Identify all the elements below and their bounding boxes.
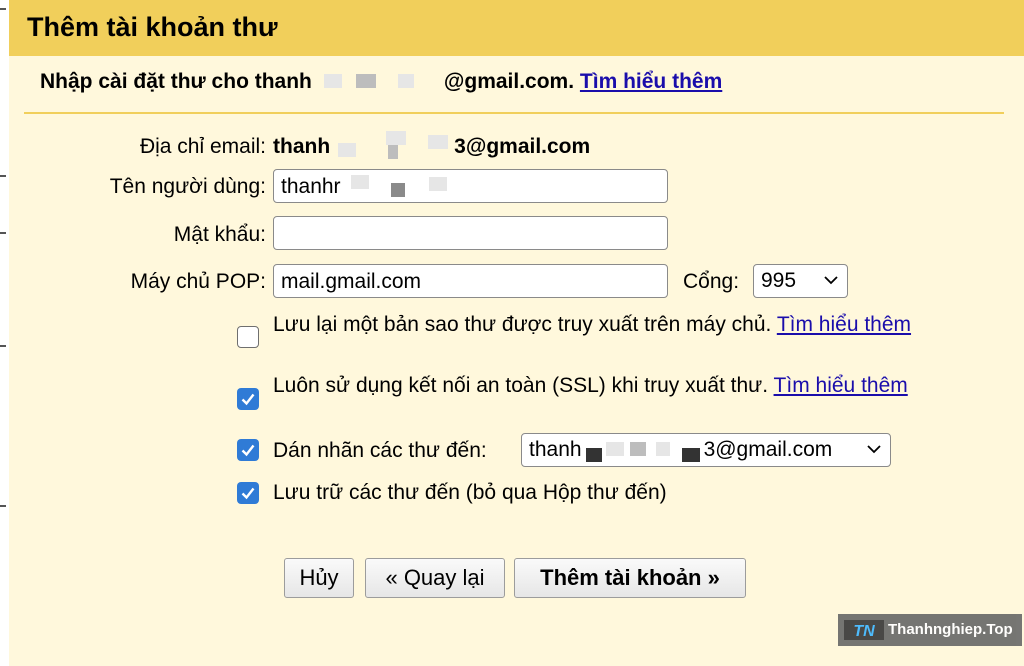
redaction (330, 131, 454, 159)
intro-suffix: @gmail.com. (443, 70, 575, 93)
leave-copy-checkbox[interactable] (237, 326, 259, 348)
chevron-down-icon (824, 276, 838, 285)
email-suffix: 3@gmail.com (454, 135, 591, 158)
redaction (312, 74, 444, 88)
password-label: Mật khẩu: (173, 223, 266, 246)
username-field[interactable]: thanhr (273, 169, 668, 203)
username-value: thanhr (281, 175, 341, 198)
watermark: TN Thanhnghiep.Top (838, 614, 1022, 646)
email-value: thanh 3@gmail.com (273, 131, 591, 159)
checkmark-icon (241, 487, 255, 500)
ssl-text: Luôn sử dụng kết nối an toàn (SSL) khi t… (273, 374, 769, 397)
dialog-title-bar: Thêm tài khoản thư (9, 0, 1024, 56)
port-value: 995 (761, 269, 797, 292)
back-button[interactable]: « Quay lại (365, 558, 505, 598)
intro-prefix: Nhập cài đặt thư cho thanh (40, 70, 312, 93)
port-label: Cổng: (683, 270, 740, 293)
leave-copy-label: Lưu lại một bản sao thư được truy xuất t… (273, 311, 913, 338)
label-select[interactable]: thanh 3@gmail.com (521, 433, 891, 467)
add-account-button[interactable]: Thêm tài khoản » (514, 558, 746, 598)
pop-server-field[interactable]: mail.gmail.com (273, 264, 668, 298)
checkmark-icon (241, 444, 255, 457)
archive-label: Lưu trữ các thư đến (bỏ qua Hộp thư đến) (273, 481, 667, 504)
email-prefix: thanh (273, 135, 331, 158)
ssl-label: Luôn sử dụng kết nối an toàn (SSL) khi t… (273, 372, 913, 399)
chevron-down-icon (867, 445, 881, 454)
ssl-checkbox[interactable] (237, 388, 259, 410)
label-incoming-checkbox[interactable] (237, 439, 259, 461)
pop-server-label: Máy chủ POP: (130, 270, 266, 293)
site-logo-icon: TN (844, 620, 884, 640)
label-incoming-label: Dán nhãn các thư đến: (273, 439, 487, 462)
ssl-learn-more-link[interactable]: Tìm hiểu thêm (774, 374, 908, 397)
svg-text:TN: TN (853, 623, 875, 640)
intro-text: Nhập cài đặt thư cho thanh @gmail.com. Tì… (40, 70, 722, 94)
username-label: Tên người dùng: (109, 175, 266, 198)
divider (24, 112, 1004, 114)
password-field[interactable] (273, 216, 668, 250)
archive-checkbox[interactable] (237, 482, 259, 504)
watermark-text: Thanhnghiep.Top (888, 621, 1013, 638)
leave-copy-text: Lưu lại một bản sao thư được truy xuất t… (273, 313, 772, 336)
cancel-button[interactable]: Hủy (284, 558, 354, 598)
email-label: Địa chỉ email: (139, 135, 266, 158)
port-select[interactable]: 995 (753, 264, 848, 298)
checkmark-icon (241, 393, 255, 406)
redaction (582, 442, 704, 462)
label-select-prefix: thanh (529, 438, 582, 461)
label-select-suffix: 3@gmail.com (703, 438, 833, 461)
redaction (341, 175, 461, 197)
intro-learn-more-link[interactable]: Tìm hiểu thêm (580, 70, 722, 93)
dialog-title: Thêm tài khoản thư (27, 12, 278, 42)
leave-copy-learn-more-link[interactable]: Tìm hiểu thêm (777, 313, 911, 336)
